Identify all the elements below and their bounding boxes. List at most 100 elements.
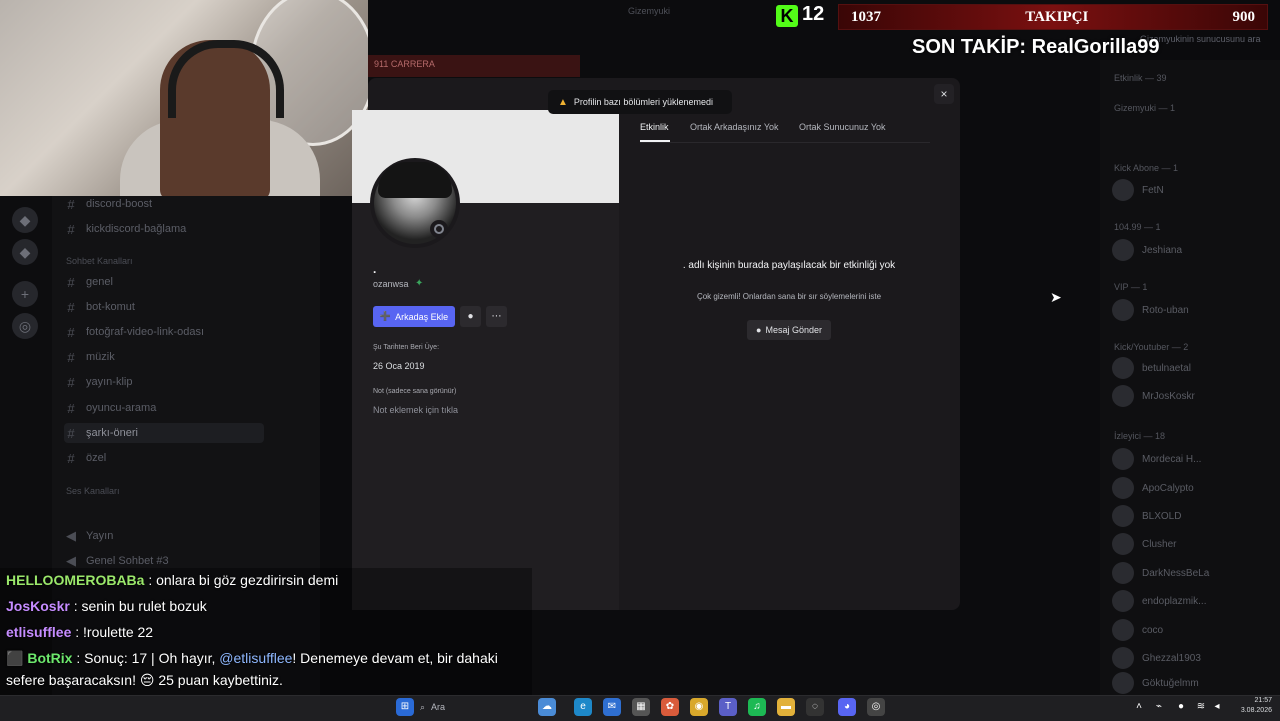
note-label: Not (sadece sana görünür) [373, 388, 457, 395]
chevron-up-icon[interactable]: ˄ [1130, 698, 1148, 716]
taskbar-clock[interactable]: 21:57 3.08.2026 [1222, 696, 1272, 716]
avatar [1112, 448, 1134, 470]
member-item[interactable]: endoplazmik... [1112, 589, 1206, 613]
member-item[interactable]: Ghezzal1903 [1112, 646, 1201, 670]
hash-icon: # [67, 324, 75, 340]
badge-icon[interactable]: ✦ [415, 278, 423, 289]
hash-icon: # [67, 374, 75, 390]
voice-channel-item[interactable]: ◀ Yayın [64, 526, 254, 546]
channel-item[interactable]: # discord-boost [64, 194, 254, 214]
member-item[interactable]: Clusher [1112, 532, 1176, 556]
copilot-icon[interactable]: ✿ [661, 698, 679, 716]
search-icon: ⌕ [420, 701, 426, 712]
avatar [1112, 239, 1134, 261]
kick-logo-icon: K [776, 5, 798, 27]
member-item[interactable]: Roto-uban [1112, 298, 1189, 322]
add-user-icon: ➕ [379, 311, 392, 321]
network-icon[interactable]: ⌁ [1150, 698, 1168, 716]
member-item[interactable]: MrJosKoskr [1112, 384, 1195, 408]
last-follower: SON TAKİP: RealGorilla99 [912, 36, 1160, 58]
obs-icon[interactable]: ◎ [867, 698, 885, 716]
server-icon[interactable]: ◆ [12, 207, 38, 233]
microphone-icon[interactable]: ● [1172, 698, 1190, 716]
teams-icon[interactable]: T [719, 698, 737, 716]
add-server-icon[interactable]: + [12, 281, 38, 307]
channel-item[interactable]: # özel [64, 448, 254, 468]
member-item[interactable]: ApoCalypto [1112, 476, 1194, 500]
edge-icon[interactable]: e [574, 698, 592, 716]
chrome-icon[interactable]: ◉ [690, 698, 708, 716]
category-label[interactable]: Ses Kanalları [66, 486, 120, 496]
channel-item[interactable]: # yayın-klip [64, 372, 254, 392]
outlook-icon[interactable]: ✉ [603, 698, 621, 716]
app-icon[interactable]: ◌ [806, 698, 824, 716]
chat-username: JosKoskr [6, 598, 70, 614]
chat-username: BotRix [27, 650, 73, 666]
hash-icon: # [67, 349, 75, 365]
tab-divider [640, 142, 930, 143]
speaker-icon: ◀ [66, 528, 76, 543]
ellipsis-icon: ⋯ [491, 311, 502, 322]
channel-item[interactable]: # genel [64, 272, 254, 292]
kick-viewer-count: 12 [802, 3, 825, 25]
folder-icon[interactable]: ▬ [777, 698, 795, 716]
background-card: 911 CARRERA [368, 55, 580, 77]
tab-activity[interactable]: Etkinlik [640, 122, 669, 132]
avatar [1112, 619, 1134, 641]
member-item[interactable]: betulnaetal [1112, 356, 1191, 380]
avatar [1112, 533, 1134, 555]
channel-item[interactable]: # bot-komut [64, 297, 254, 317]
speaker-icon: ◀ [66, 553, 76, 568]
chat-text: : onlara bi göz gezdirirsin demi [148, 572, 339, 588]
more-options-button[interactable]: ⋯ [486, 306, 507, 327]
explore-icon[interactable]: ◎ [12, 313, 38, 339]
member-item[interactable]: Mordecai H... [1112, 447, 1201, 471]
avatar [1112, 590, 1134, 612]
hash-icon: # [67, 196, 75, 212]
avatar [1112, 477, 1134, 499]
chat-message: HELLOOMEROBABa : onlara bi göz gezdirirs… [6, 572, 338, 588]
tab-mutual-friends[interactable]: Ortak Arkadaşınız Yok [690, 122, 779, 132]
chat-message: ⬛ BotRix : Sonuç: 17 | Oh hayır, @etlisu… [6, 650, 498, 667]
clock-time: 21:57 [1254, 697, 1272, 704]
mouse-cursor-icon: ➤ [1050, 289, 1062, 305]
member-item[interactable]: Göktuğelmm [1112, 671, 1199, 695]
hash-icon: # [67, 450, 75, 466]
server-icon[interactable]: ◆ [12, 239, 38, 265]
member-item[interactable]: FetN [1112, 178, 1164, 202]
category-label[interactable]: Sohbet Kanalları [66, 256, 133, 266]
tab-mutual-servers[interactable]: Ortak Sunucunuz Yok [799, 122, 886, 132]
channel-item[interactable]: # kickdiscord-bağlama [64, 219, 254, 239]
chat-bubble-icon: ● [756, 325, 762, 335]
offline-status-icon [434, 224, 444, 234]
member-item[interactable]: BLXOLD [1112, 504, 1181, 528]
spotify-icon[interactable]: ♫ [748, 698, 766, 716]
channel-item[interactable]: # müzik [64, 347, 254, 367]
message-button[interactable]: ● [460, 306, 481, 327]
avatar [1112, 647, 1134, 669]
top-hint: Gizemyuki [628, 6, 671, 16]
discord-icon[interactable]: ◕ [838, 698, 856, 716]
channel-item[interactable]: # oyuncu-arama [64, 398, 254, 418]
follower-goal: 900 [1232, 8, 1256, 25]
widget-icon[interactable]: ☁ [538, 698, 556, 716]
member-item[interactable]: DarkNessBeLa [1112, 561, 1209, 585]
member-item[interactable]: Jeshiana [1112, 238, 1182, 262]
member-group-label: 104.99 — 1 [1114, 222, 1161, 232]
taskbar-search[interactable]: ⌕ Ara [420, 698, 520, 716]
member-since-date: 26 Oca 2019 [373, 361, 425, 371]
empty-activity-title: . adlı kişinin burada paylaşılacak bir e… [682, 260, 896, 271]
member-item[interactable]: coco [1112, 618, 1163, 642]
channel-item[interactable]: # fotoğraf-video-link-odası [64, 322, 254, 342]
chat-text: ! Denemeye devam et, bir dahaki [292, 650, 498, 666]
send-message-button[interactable]: ● Mesaj Gönder [747, 320, 831, 340]
close-button[interactable]: × [934, 84, 954, 104]
channel-item-active[interactable]: # şarkı-öneri [64, 423, 264, 443]
store-icon[interactable]: ▦ [632, 698, 650, 716]
note-input[interactable]: Not eklemek için tıkla [373, 405, 458, 415]
warning-icon: ▲ [558, 96, 568, 108]
clock-date: 3.08.2026 [1240, 707, 1272, 714]
add-friend-button[interactable]: ➕ Arkadaş Ekle [373, 306, 455, 327]
member-group-label: Etkinlik — 39 [1114, 73, 1167, 83]
windows-start-icon[interactable]: ⊞ [396, 698, 414, 716]
